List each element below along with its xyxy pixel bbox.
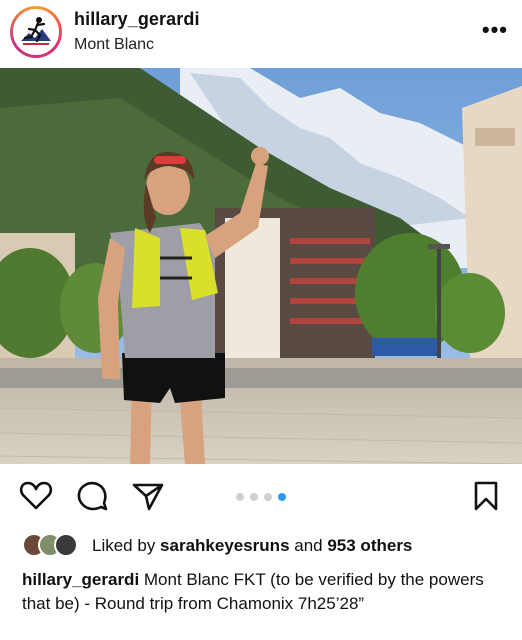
carousel-dot-active[interactable] bbox=[278, 493, 286, 501]
post-photo[interactable] bbox=[0, 68, 522, 464]
runner-logo-icon bbox=[13, 9, 59, 55]
post-username[interactable]: hillary_gerardi bbox=[74, 9, 200, 30]
bookmark-icon[interactable] bbox=[468, 478, 504, 514]
liked-by-username[interactable]: sarahkeyesruns bbox=[160, 536, 289, 555]
avatar bbox=[54, 533, 78, 557]
likes-middle: and bbox=[289, 536, 328, 555]
send-icon[interactable] bbox=[130, 478, 166, 514]
likes-prefix: Liked by bbox=[92, 536, 161, 555]
avatar[interactable] bbox=[10, 6, 62, 58]
post-location[interactable]: Mont Blanc bbox=[74, 36, 154, 54]
carousel-dot[interactable] bbox=[264, 493, 272, 501]
likes-row: Liked by sarahkeyesruns and 953 others bbox=[22, 532, 512, 558]
post-header: hillary_gerardi Mont Blanc ••• bbox=[0, 0, 522, 68]
post-caption: hillary_gerardi Mont Blanc FKT (to be ve… bbox=[22, 568, 512, 616]
caption-username[interactable]: hillary_gerardi bbox=[22, 570, 139, 589]
carousel-indicator bbox=[236, 493, 286, 501]
carousel-dot[interactable] bbox=[236, 493, 244, 501]
more-options-icon[interactable]: ••• bbox=[482, 19, 508, 41]
likes-text[interactable]: Liked by sarahkeyesruns and 953 others bbox=[92, 536, 412, 556]
comment-icon[interactable] bbox=[74, 478, 110, 514]
liker-avatars[interactable] bbox=[22, 532, 84, 558]
action-bar bbox=[0, 468, 522, 524]
carousel-dot[interactable] bbox=[250, 493, 258, 501]
heart-icon[interactable] bbox=[18, 478, 54, 514]
likes-others[interactable]: 953 others bbox=[327, 536, 412, 555]
